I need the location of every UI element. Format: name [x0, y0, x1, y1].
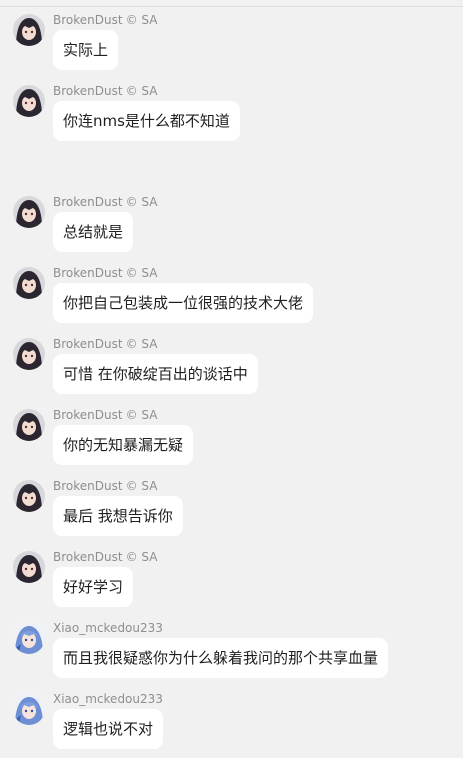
sender-tag: © SA [125, 266, 158, 280]
top-divider [0, 6, 463, 7]
chat-window: BrokenDust © SA 实际上 BrokenDust © SA 你连nms是… [0, 0, 463, 758]
sender-tag: © SA [125, 337, 158, 351]
sender-name-line: Xiao_mckedou233 [53, 621, 166, 635]
blue-hair-girl-avatar[interactable] [13, 622, 45, 654]
sender-name-line: BrokenDust © SA [53, 13, 157, 27]
dark-hair-girl-avatar[interactable] [13, 338, 45, 370]
message-bubble[interactable]: 好好学习 [53, 567, 134, 607]
sender-name: BrokenDust [53, 84, 123, 98]
message-bubble[interactable]: 逻辑也说不对 [53, 709, 164, 749]
sender-name-line: Xiao_mckedou233 [53, 692, 166, 706]
dark-hair-girl-avatar[interactable] [13, 551, 45, 583]
sender-name-line: BrokenDust © SA [53, 337, 157, 351]
dark-hair-girl-avatar[interactable] [13, 480, 45, 512]
message-bubble[interactable]: 你的无知暴漏无疑 [53, 425, 194, 465]
message-bubble[interactable]: 而且我很疑惑你为什么躲着我问的那个共享血量 [53, 638, 389, 678]
message-bubble[interactable]: 总结就是 [53, 212, 134, 252]
blue-hair-girl-avatar[interactable] [13, 693, 45, 725]
dark-hair-girl-avatar[interactable] [13, 196, 45, 228]
dark-hair-girl-avatar[interactable] [13, 267, 45, 299]
sender-name: BrokenDust [53, 13, 123, 27]
sender-name-line: BrokenDust © SA [53, 550, 157, 564]
sender-name: BrokenDust [53, 550, 123, 564]
sender-name: BrokenDust [53, 195, 123, 209]
sender-tag: © SA [125, 195, 158, 209]
sender-name-line: BrokenDust © SA [53, 408, 157, 422]
dark-hair-girl-avatar[interactable] [13, 409, 45, 441]
dark-hair-girl-avatar[interactable] [13, 85, 45, 117]
message-bubble[interactable]: 你把自己包装成一位很强的技术大佬 [53, 283, 314, 323]
sender-name-line: BrokenDust © SA [53, 195, 157, 209]
message-bubble[interactable]: 最后 我想告诉你 [53, 496, 183, 536]
sender-tag: © SA [125, 408, 158, 422]
sender-tag: © SA [125, 550, 158, 564]
sender-name-line: BrokenDust © SA [53, 84, 157, 98]
dark-hair-girl-avatar[interactable] [13, 14, 45, 46]
sender-name: BrokenDust [53, 408, 123, 422]
sender-name: BrokenDust [53, 266, 123, 280]
sender-name: Xiao_mckedou233 [53, 621, 163, 635]
message-bubble[interactable]: 可惜 在你破绽百出的谈话中 [53, 354, 258, 394]
message-bubble[interactable]: 实际上 [53, 30, 119, 70]
sender-name: BrokenDust [53, 337, 123, 351]
sender-name-line: BrokenDust © SA [53, 479, 157, 493]
sender-tag: © SA [125, 84, 158, 98]
message-bubble[interactable]: 你连nms是什么都不知道 [53, 101, 240, 141]
sender-tag: © SA [125, 479, 158, 493]
sender-tag: © SA [125, 13, 158, 27]
sender-name: Xiao_mckedou233 [53, 692, 163, 706]
sender-name-line: BrokenDust © SA [53, 266, 157, 280]
sender-name: BrokenDust [53, 479, 123, 493]
